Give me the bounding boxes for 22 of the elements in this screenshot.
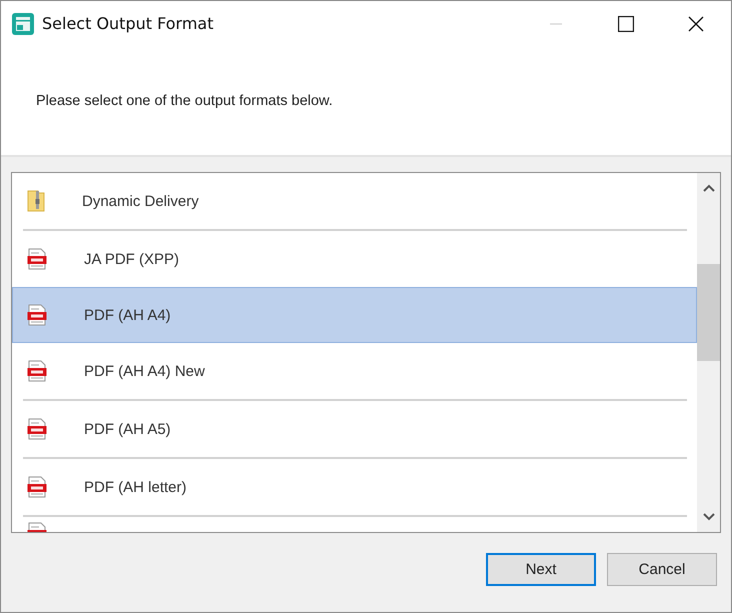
pdf-file-icon bbox=[27, 304, 47, 326]
next-button[interactable]: Next bbox=[486, 553, 596, 586]
format-list-item[interactable]: PDF (AH A4) bbox=[12, 287, 697, 343]
format-list-item[interactable]: PDF (AH A5) bbox=[12, 401, 697, 457]
window-title: Select Output Format bbox=[42, 14, 214, 33]
close-icon bbox=[688, 16, 704, 32]
format-list-item[interactable]: PDF (AH letter) bbox=[12, 459, 697, 515]
app-icon bbox=[12, 12, 34, 34]
pdf-file-icon bbox=[27, 360, 47, 382]
zipped-folder-icon bbox=[27, 190, 45, 212]
pdf-file-icon bbox=[27, 418, 47, 440]
scrollbar[interactable] bbox=[697, 173, 720, 532]
pdf-file-icon bbox=[27, 248, 47, 270]
cancel-button[interactable]: Cancel bbox=[607, 553, 717, 586]
maximize-icon bbox=[618, 16, 634, 32]
instruction-text: Please select one of the output formats below. bbox=[36, 92, 333, 108]
minimize-icon bbox=[550, 22, 562, 24]
format-list-item[interactable]: PDF (AH A4) New bbox=[12, 343, 697, 399]
pdf-file-icon bbox=[27, 476, 47, 498]
scroll-thumb[interactable] bbox=[697, 264, 720, 361]
format-list-item[interactable]: JA PDF (XPP) bbox=[12, 231, 697, 287]
format-list-item[interactable]: Dynamic Delivery bbox=[12, 173, 697, 229]
